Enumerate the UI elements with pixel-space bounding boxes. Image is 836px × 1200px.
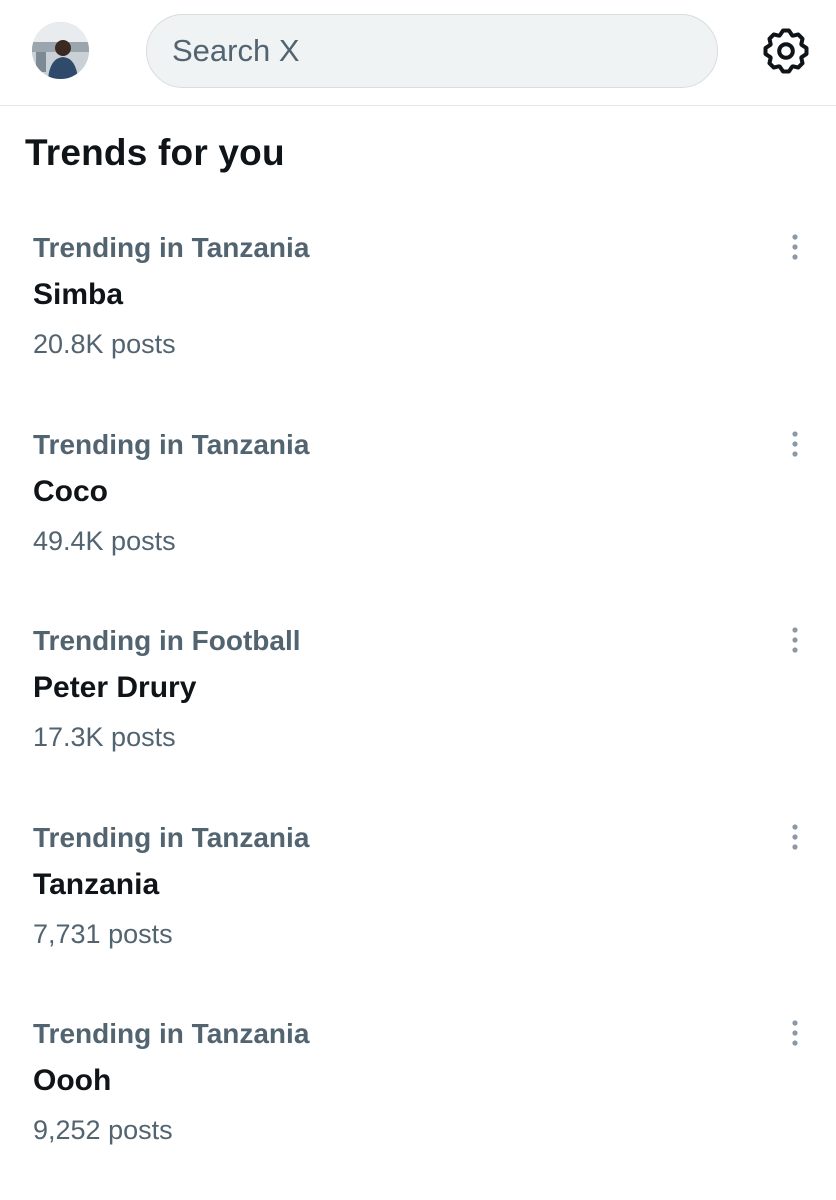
user-avatar-icon (32, 22, 89, 79)
trend-context: Trending in Tanzania (33, 429, 310, 460)
trend-item[interactable]: Trending in Tanzania Coco 49.4K posts (0, 429, 836, 609)
more-options-button[interactable] (784, 625, 806, 657)
trend-context: Trending in Tanzania (33, 822, 310, 853)
page-title: Trends for you (25, 132, 285, 173)
more-options-button[interactable] (784, 232, 806, 264)
more-vertical-icon (792, 431, 798, 457)
trend-name: Peter Drury (33, 671, 197, 704)
trend-context: Trending in Tanzania (33, 1018, 310, 1049)
trend-context: Trending in Tanzania (33, 232, 310, 263)
search-input[interactable]: Search X (146, 14, 718, 88)
trend-item[interactable]: Trending in Tanzania Tanzania 7,731 post… (0, 822, 836, 1002)
trend-context: Trending in Football (33, 625, 301, 656)
trend-post-count: 20.8K posts (33, 329, 176, 359)
more-vertical-icon (792, 824, 798, 850)
trend-name: Tanzania (33, 868, 160, 901)
more-vertical-icon (792, 1020, 798, 1046)
gear-icon (763, 28, 809, 74)
trend-post-count: 49.4K posts (33, 526, 176, 556)
settings-button[interactable] (762, 27, 810, 75)
trend-post-count: 17.3K posts (33, 722, 176, 752)
trend-item[interactable]: Trending in Football Peter Drury 17.3K p… (0, 625, 836, 805)
avatar[interactable] (32, 22, 89, 79)
more-options-button[interactable] (784, 429, 806, 461)
trend-name: Simba (33, 278, 124, 311)
trend-name: Oooh (33, 1064, 112, 1097)
trend-post-count: 7,731 posts (33, 919, 173, 949)
more-options-button[interactable] (784, 1018, 806, 1050)
search-placeholder: Search X (172, 33, 300, 68)
trend-post-count: 9,252 posts (33, 1115, 173, 1145)
more-vertical-icon (792, 234, 798, 260)
more-options-button[interactable] (784, 822, 806, 854)
trend-item[interactable]: Trending in Tanzania Simba 20.8K posts (0, 232, 836, 412)
trend-item[interactable]: Trending in Tanzania Oooh 9,252 posts (0, 1018, 836, 1198)
top-bar: Search X (0, 0, 836, 106)
trend-name: Coco (33, 475, 108, 508)
more-vertical-icon (792, 627, 798, 653)
